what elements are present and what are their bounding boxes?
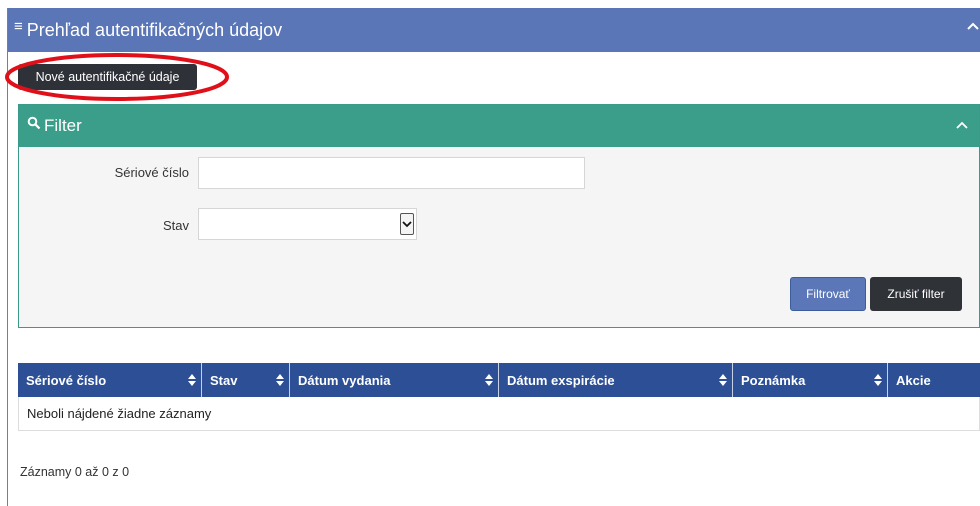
page-header: ≡ Prehľad autentifikačných údajov (8, 8, 980, 52)
table-header: Sériové číslo Stav Dátum vydania Dátum e… (18, 363, 980, 397)
column-header[interactable]: Dátum exspirácie (499, 363, 733, 397)
column-header[interactable]: Dátum vydania (290, 363, 499, 397)
column-header[interactable]: Sériové číslo (18, 363, 202, 397)
sort-icon (188, 374, 196, 386)
sort-icon (719, 374, 727, 386)
sort-icon (276, 374, 284, 386)
hamburger-icon[interactable]: ≡ (14, 18, 23, 35)
chevron-up-icon[interactable] (955, 119, 969, 131)
empty-message: Neboli nájdené žiadne záznamy (27, 406, 212, 421)
credentials-table: Sériové číslo Stav Dátum vydania Dátum e… (18, 363, 980, 431)
state-select[interactable] (198, 208, 417, 240)
state-label: Stav (162, 218, 189, 233)
records-info: Záznamy 0 až 0 z 0 (20, 465, 130, 479)
filter-header[interactable]: Filter (19, 105, 979, 147)
new-credentials-button[interactable]: Nové autentifikačné údaje (18, 64, 197, 90)
column-header[interactable]: Poznámka (733, 363, 888, 397)
page-title: Prehľad autentifikačných údajov (26, 19, 283, 40)
content-left-border (7, 8, 8, 506)
chevron-up-icon[interactable] (966, 20, 980, 34)
filter-panel: Filter Sériové číslo Stav Filtrovať Zruš… (18, 104, 980, 328)
filter-title: Filter (44, 116, 82, 135)
serial-number-input[interactable] (198, 157, 585, 189)
serial-number-label: Sériové číslo (114, 165, 189, 180)
empty-table-row: Neboli nájdené žiadne záznamy (18, 397, 980, 431)
clear-filter-button[interactable]: Zrušiť filter (870, 277, 962, 311)
column-header: Akcie (896, 372, 931, 388)
filter-button[interactable]: Filtrovať (790, 277, 866, 311)
sort-icon (874, 374, 882, 386)
sort-icon (485, 374, 493, 386)
chevron-down-icon[interactable] (400, 213, 414, 235)
search-icon (27, 116, 41, 130)
column-header[interactable]: Stav (202, 363, 290, 397)
